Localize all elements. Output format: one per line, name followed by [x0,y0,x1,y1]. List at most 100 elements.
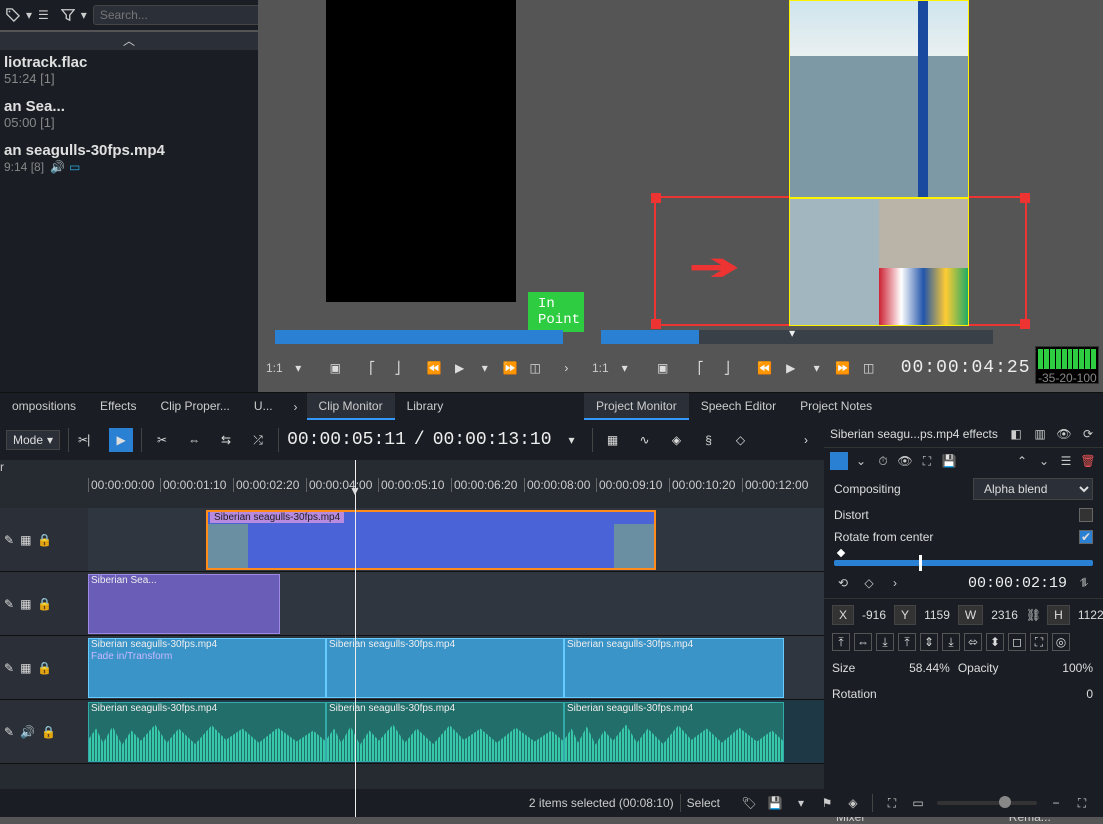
align-hcenter-icon[interactable]: ⇔ [854,633,872,651]
thumbnails-icon[interactable]: ▦ [601,428,625,452]
forward-icon[interactable]: ⏩ [500,358,519,378]
select-label[interactable]: Select [687,796,720,810]
opacity-value[interactable]: 100% [1005,659,1095,677]
tab-clip-monitor[interactable]: Clip Monitor [307,393,395,420]
timeline-ruler[interactable]: 00:00:00:00 00:00:01:10 00:00:02:20 00:0… [88,470,824,494]
tab-library[interactable]: Library [395,393,456,420]
bin-item[interactable]: an seagulls-30fps.mp4 9:14 [8]🔊▭ [0,138,258,182]
edit-mode-select[interactable]: Mode ▾ [6,430,60,450]
visibility-icon[interactable]: 👁 [1055,425,1073,443]
save-icon[interactable]: 💾 [764,792,786,814]
markers-icon[interactable]: ◈ [665,428,689,452]
slip-tool-icon[interactable]: ⇆ [214,428,238,452]
selection-tool-icon[interactable]: ▶ [109,428,133,452]
track-body[interactable]: Siberian seagulls-30fps.mp4 Siberian sea… [88,700,824,764]
zoom-label[interactable]: 1:1 [592,361,609,375]
align-vcenter-icon[interactable]: ⇕ [920,633,938,651]
timeline-clip[interactable]: Siberian seagulls-30fps.mp4 [564,702,784,762]
timeline-current-timecode[interactable]: 00:00:05:11 [287,430,406,450]
tab-project-notes[interactable]: Project Notes [788,393,884,420]
tags-icon[interactable]: ◇ [729,428,753,452]
original-size-icon[interactable]: ◻ [1008,633,1026,651]
chevron-down-icon[interactable]: ▾ [26,6,32,24]
timer-icon[interactable]: ⏱ [874,452,892,470]
project-timecode[interactable]: 00:00:04:25 [901,358,1031,378]
bin-item[interactable]: liotrack.flac 51:24 [1] [0,50,258,94]
center-icon[interactable]: ◎ [1052,633,1070,651]
tag-icon[interactable]: 🏷 [738,792,760,814]
lock-icon[interactable]: 🔒 [37,597,52,611]
timeline-clip[interactable]: Siberian seagulls-30fps.mp4 [326,702,564,762]
chevron-right-icon[interactable]: › [285,393,307,420]
zoom-label[interactable]: 1:1 [266,361,283,375]
timeline-clip[interactable]: Siberian seagulls-30fps.mp4 Fade in/Tran… [88,638,326,698]
tab-effects[interactable]: Effects [88,393,148,420]
tab-project-monitor[interactable]: Project Monitor [584,393,689,420]
zoom-out-icon[interactable]: − [1045,792,1067,814]
flag-icon[interactable]: ⚑ [816,792,838,814]
audio-level-meter[interactable]: -35 -20 -10 0 [1035,346,1099,384]
fit-height-icon[interactable]: ⬍ [986,633,1004,651]
keyframe-slider[interactable] [834,560,1093,566]
chevron-right-icon[interactable]: › [794,428,818,452]
crop-icon[interactable]: ◫ [526,358,545,378]
razor-tool-icon[interactable]: ✂ [150,428,174,452]
bin-item[interactable]: an Sea... 05:00 [1] [0,94,258,138]
link-aspect-icon[interactable]: ⛓ [1026,606,1041,624]
compositing-select[interactable]: Alpha blend [973,478,1093,500]
chevron-down-icon[interactable]: ▾ [790,792,812,814]
lock-icon[interactable]: 🔒 [37,661,52,675]
search-input[interactable] [93,5,262,25]
compare-icon[interactable]: ▥ [1031,425,1049,443]
y-value[interactable]: 1159 [922,606,952,624]
bracket-out-icon[interactable]: ⎦ [717,358,737,378]
forward-icon[interactable]: ⏩ [833,358,853,378]
align-right-icon[interactable]: ⤓ [876,633,894,651]
split-view-icon[interactable]: ◧ [1007,425,1025,443]
chevron-down-icon[interactable]: ⌄ [852,452,870,470]
fit-width-icon[interactable]: ⬄ [964,633,982,651]
timeline-clip[interactable]: Siberian Sea... [88,574,280,634]
bracket-in-icon[interactable]: ⎡ [691,358,711,378]
rotate-from-center-checkbox[interactable]: ✔ [1079,530,1093,544]
prev-keyframe-icon[interactable]: ⟲ [834,574,852,592]
add-keyframe-icon[interactable]: ◇ [860,574,878,592]
chevron-down-icon[interactable]: ▾ [615,358,635,378]
clip-monitor-ruler[interactable] [275,330,563,344]
spacer-tool-icon[interactable]: ⇔ [182,428,206,452]
track-body[interactable]: Siberian seagulls-30fps.mp4 Fade in/Tran… [88,636,824,700]
menu-icon[interactable]: ☰ [1057,452,1075,470]
delete-icon[interactable]: 🗑 [1079,452,1097,470]
timeline-clip[interactable]: Siberian seagulls-30fps.mp4 [564,638,784,698]
w-value[interactable]: 2316 [989,606,1020,624]
tab-speech-editor[interactable]: Speech Editor [689,393,788,420]
bracket-in-icon[interactable]: ⎡ [363,358,382,378]
project-preview[interactable]: ➔ [619,0,994,330]
track-header[interactable]: ✎ ▦ 🔒 [0,508,88,572]
effect-enabled-icon[interactable] [830,452,848,470]
size-value[interactable]: 58.44% [861,659,951,677]
effects-icon[interactable]: ✎ [4,533,14,547]
lock-icon[interactable]: 🔒 [37,533,52,547]
track-header[interactable]: ✎ ▦ 🔒 [0,636,88,700]
effect-header[interactable]: ⌄ ⏱ 👁 ⛶ 💾 ⌃ ⌄ ☰ 🗑 [824,448,1103,474]
keyframes-icon[interactable]: ⟳ [1079,425,1097,443]
crop-icon[interactable]: ◫ [859,358,879,378]
effects-icon[interactable]: ✎ [4,725,14,739]
timecode-stepper-icon[interactable]: ⥮ [1075,574,1093,592]
filter-icon[interactable] [61,6,75,24]
collapse-bin-button[interactable]: ︿ [0,32,258,50]
zoom-slider[interactable] [937,801,1037,805]
bracket-out-icon[interactable]: ⎦ [388,358,407,378]
chevron-down-icon[interactable]: ▾ [807,358,827,378]
timeline-clip[interactable]: Siberian seagulls-30fps.mp4 [206,510,656,570]
zone-icon[interactable]: ▭ [907,792,929,814]
set-in-icon[interactable]: ▣ [653,358,673,378]
align-top-icon[interactable]: ⤒ [898,633,916,651]
chevron-right-icon[interactable]: › [557,358,576,378]
next-keyframe-icon[interactable]: › [886,574,904,592]
trim-tool-icon[interactable]: ✂⎸ [77,428,101,452]
marker-icon[interactable]: ◈ [842,792,864,814]
chevron-down-icon[interactable]: ▾ [560,428,584,452]
chevron-down-icon[interactable]: ▾ [475,358,494,378]
